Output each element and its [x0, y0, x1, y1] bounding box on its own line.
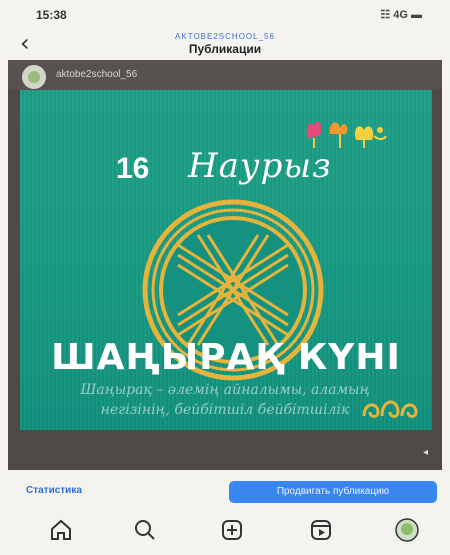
poster-day: 16: [116, 152, 150, 185]
bottom-nav: [0, 508, 450, 555]
header: ‹ AKTOBE2SCHOOL_56 Публикации: [0, 28, 450, 60]
poster-headline: ШАҢЫРАҚ КҮНІ: [51, 337, 401, 378]
search-icon[interactable]: [131, 516, 159, 544]
reels-icon[interactable]: [307, 516, 335, 544]
profile-avatar[interactable]: [393, 516, 421, 544]
statistics-link[interactable]: Статистика: [26, 485, 82, 496]
clock: 15:38: [36, 8, 67, 22]
account-name: AKTOBE2SCHOOL_56: [175, 32, 275, 41]
tulip-ornament-icon: [306, 121, 387, 148]
gold-ornament-icon: [362, 400, 418, 418]
status-bar: 15:38 ☷ 4G ▬: [0, 0, 450, 28]
post-username[interactable]: aktobe2school_56: [56, 69, 137, 80]
caption-line-2: негізінің, бейбітшіл бейбітшілік: [100, 402, 350, 418]
add-post-icon[interactable]: [218, 516, 246, 544]
page-title: Публикации: [188, 42, 262, 56]
poster-caption: Шаңырақ – әлемің айналымы, аламың негізі…: [50, 380, 400, 420]
caption-line-1: Шаңырақ – әлемің айналымы, аламың: [80, 382, 370, 398]
promote-button[interactable]: Продвигать публикацию: [229, 481, 437, 503]
signal-battery-icons: ☷ 4G ▬: [380, 9, 422, 21]
post-header: aktobe2school_56: [8, 60, 442, 90]
post-image[interactable]: 16 Наурыз ШАҢЫРАҚ КҮНІ Шаңырақ – әлемің …: [20, 90, 432, 430]
mute-speaker-icon[interactable]: ◂: [423, 447, 428, 458]
post-actions: Статистика Продвигать публикацию: [0, 475, 450, 505]
avatar[interactable]: [22, 65, 46, 89]
post-card: aktobe2school_56 16 Наурыз ШАҢЫРАҚ КҮНІ …: [8, 60, 442, 470]
home-icon[interactable]: [47, 516, 75, 544]
poster-month: Наурыз: [188, 146, 332, 186]
